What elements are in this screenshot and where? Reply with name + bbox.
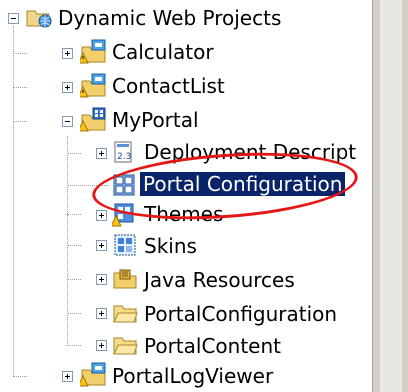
tree-item-label: Deployment Descript xyxy=(144,140,357,164)
tree-item-java-resources[interactable]: Java Resources xyxy=(0,266,370,296)
tree-item-label: Portal Configuration xyxy=(140,172,346,196)
tree-item-portallogviewer[interactable]: PortalLogViewer xyxy=(0,362,370,392)
tree-item-contactlist[interactable]: ContactList xyxy=(0,72,370,102)
tree-item-label: Calculator xyxy=(112,40,214,64)
portal-configuration-icon xyxy=(113,174,135,196)
tree-item-dynamic-web-projects[interactable]: Dynamic Web Projects xyxy=(0,4,370,34)
tree-item-label: ContactList xyxy=(112,74,225,98)
tree-item-label: MyPortal xyxy=(112,108,199,132)
scrollbar-track[interactable] xyxy=(380,0,402,392)
svg-text:2.3: 2.3 xyxy=(117,152,131,162)
expand-toggle[interactable] xyxy=(96,340,107,351)
portal-project-icon xyxy=(80,107,106,132)
tree-item-label: Java Resources xyxy=(144,268,295,292)
tree-item-label: PortalLogViewer xyxy=(112,364,274,388)
tree-item-label: PortalContent xyxy=(144,334,282,358)
folder-icon xyxy=(113,305,138,323)
dynamic-web-project-icon xyxy=(80,73,106,98)
expand-toggle[interactable] xyxy=(62,371,73,382)
tree-item-label: PortalConfiguration xyxy=(144,302,338,326)
tree-item-deployment-descriptor[interactable]: 2.3 Deployment Descript xyxy=(0,138,370,168)
skins-icon xyxy=(114,234,136,256)
dynamic-web-project-icon xyxy=(80,39,106,64)
tree-item-portalcontent-folder[interactable]: PortalContent xyxy=(0,332,370,362)
tree-item-label: Skins xyxy=(144,234,197,258)
tree-item-skins[interactable]: Skins xyxy=(0,232,370,262)
expand-toggle[interactable] xyxy=(62,82,73,93)
tree-item-label: Dynamic Web Projects xyxy=(58,6,282,30)
project-explorer-tree: Dynamic Web Projects Calculator ContactL… xyxy=(0,0,372,392)
folder-icon xyxy=(113,337,138,355)
expand-toggle[interactable] xyxy=(62,48,73,59)
tree-item-calculator[interactable]: Calculator xyxy=(0,38,370,68)
themes-icon xyxy=(112,203,134,227)
web-projects-folder-icon xyxy=(26,10,52,28)
tree-item-label: Themes xyxy=(144,202,224,226)
tree-item-myportal[interactable]: MyPortal xyxy=(0,106,370,136)
collapse-toggle[interactable] xyxy=(8,13,19,24)
expand-toggle[interactable] xyxy=(96,274,107,285)
tree-item-portalconfiguration-folder[interactable]: PortalConfiguration xyxy=(0,300,370,330)
deployment-descriptor-icon: 2.3 xyxy=(114,141,132,163)
expand-toggle[interactable] xyxy=(96,210,107,221)
vertical-scrollbar[interactable] xyxy=(372,0,408,392)
collapse-toggle[interactable] xyxy=(62,116,73,127)
expand-toggle[interactable] xyxy=(96,240,107,251)
tree-item-portal-configuration[interactable]: Portal Configuration xyxy=(0,170,370,200)
expand-toggle[interactable] xyxy=(96,148,107,159)
tree-item-themes[interactable]: Themes xyxy=(0,200,370,230)
java-resources-icon xyxy=(113,269,137,289)
expand-toggle[interactable] xyxy=(96,308,107,319)
dynamic-web-project-icon xyxy=(80,362,106,387)
